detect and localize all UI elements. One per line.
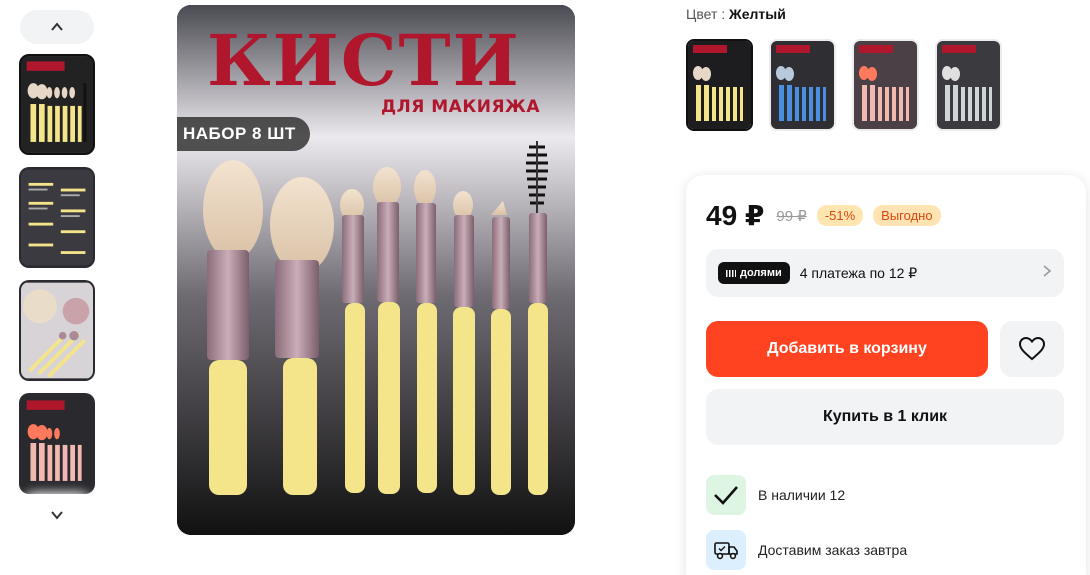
favorite-button[interactable] — [1000, 321, 1064, 377]
thumbnail-image — [21, 169, 93, 266]
price-row: 49 ₽ 99 ₽ -51% Выгодно — [706, 199, 941, 232]
swatch-image — [937, 41, 1000, 129]
swatch-pink[interactable] — [852, 39, 919, 131]
discount-badge: -51% — [816, 205, 864, 226]
heart-icon — [1019, 337, 1045, 361]
dolyami-logo: долями — [718, 262, 790, 284]
delivery-info: Доставим заказ завтра — [706, 530, 907, 570]
thumbnail-image — [21, 56, 93, 153]
checkmark-icon — [706, 475, 746, 515]
add-to-cart-button[interactable]: Добавить в корзину — [706, 321, 988, 377]
stock-info: В наличии 12 — [706, 475, 845, 515]
purchase-card: 49 ₽ 99 ₽ -51% Выгодно долями 4 платежа … — [686, 175, 1086, 575]
old-price: 99 ₽ — [776, 207, 807, 225]
swatch-image — [688, 41, 751, 129]
delivery-text: Доставим заказ завтра — [758, 542, 908, 558]
color-selector-label: Цвет : Желтый — [686, 6, 786, 22]
color-swatches — [686, 39, 1002, 131]
bars-icon — [726, 270, 736, 277]
swatch-yellow[interactable] — [686, 39, 753, 131]
set-count-badge: НАБОР 8 ШТ — [177, 117, 310, 151]
swatch-image — [854, 41, 917, 129]
installment-text: 4 платежа по 12 ₽ — [799, 264, 918, 281]
thumbnail-image — [21, 395, 93, 492]
current-price: 49 ₽ — [706, 200, 765, 231]
thumb-scroll-up-button[interactable] — [20, 10, 94, 44]
swatch-image — [771, 41, 834, 129]
thumb-scroll-down-button[interactable] — [20, 498, 94, 532]
main-product-image[interactable]: КИСТИ ДЛЯ МАКИЯЖА НАБОР 8 ШТ — [177, 5, 575, 535]
deal-badge: Выгодно — [873, 205, 941, 226]
installment-option[interactable]: долями 4 платежа по 12 ₽ — [706, 249, 1064, 297]
stock-text: В наличии 12 — [758, 487, 846, 503]
dolyami-logo-text: долями — [740, 267, 782, 279]
hero-title: КИСТИ — [207, 19, 521, 102]
thumbnail-image — [21, 282, 93, 379]
thumbnail-1[interactable] — [19, 54, 95, 155]
swatch-blue[interactable] — [769, 39, 836, 131]
color-label: Цвет : — [686, 6, 726, 22]
delivery-truck-icon — [706, 530, 746, 570]
thumbnail-2[interactable] — [19, 167, 95, 268]
chevron-down-icon — [51, 511, 63, 520]
chevron-up-icon — [51, 22, 63, 31]
hero-subtitle: ДЛЯ МАКИЯЖА — [381, 97, 541, 117]
chevron-right-icon — [1042, 264, 1052, 283]
thumbnail-4[interactable] — [19, 393, 95, 494]
color-value: Желтый — [729, 6, 786, 22]
swatch-gray[interactable] — [935, 39, 1002, 131]
buy-one-click-button[interactable]: Купить в 1 клик — [706, 389, 1064, 445]
thumbnail-gallery — [18, 10, 96, 570]
thumbnail-3[interactable] — [19, 280, 95, 381]
product-page: КИСТИ ДЛЯ МАКИЯЖА НАБОР 8 ШТ Цвет : Желт… — [0, 0, 1090, 575]
